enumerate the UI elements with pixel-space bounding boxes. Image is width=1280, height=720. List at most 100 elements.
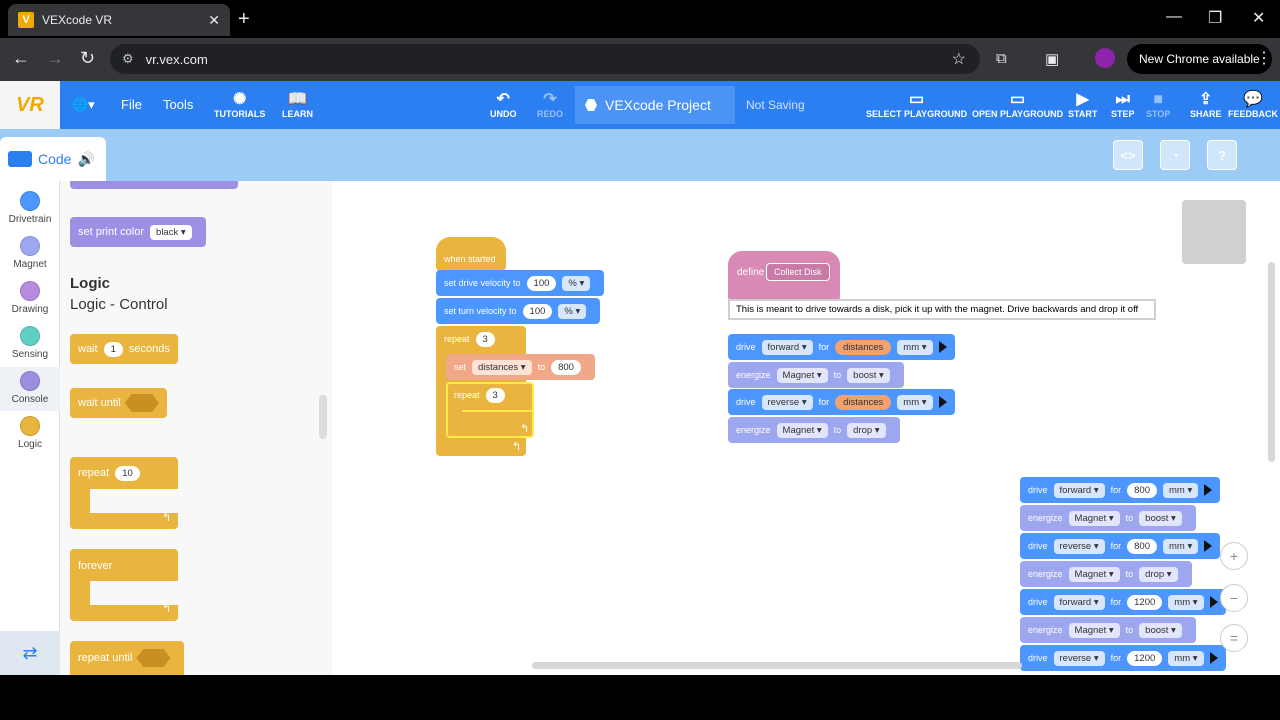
- magnet-mode-dropdown[interactable]: boost: [1139, 622, 1182, 638]
- project-name-field[interactable]: VEXcode Project: [575, 86, 735, 124]
- unit-dropdown[interactable]: mm: [1168, 594, 1204, 610]
- when-started-hat[interactable]: when started: [436, 237, 506, 271]
- device-dashboard-icon[interactable]: ◔: [1160, 140, 1190, 170]
- wait-seconds-block[interactable]: wait 1 seconds: [70, 334, 178, 364]
- share-button[interactable]: ⇪ SHARE: [1190, 81, 1222, 129]
- tab-code[interactable]: Code 🔊: [0, 137, 106, 181]
- category-magnet[interactable]: Magnet: [0, 236, 60, 270]
- expand-icon[interactable]: [938, 341, 947, 353]
- profile-avatar[interactable]: [1095, 48, 1115, 68]
- wait-until-block[interactable]: wait until: [70, 388, 167, 418]
- unit-dropdown[interactable]: mm: [1168, 650, 1204, 666]
- close-window-icon[interactable]: ✕: [1252, 8, 1265, 28]
- expand-icon[interactable]: [1209, 596, 1218, 608]
- expand-icon[interactable]: [1209, 652, 1218, 664]
- block-comment[interactable]: This is meant to drive towards a disk, p…: [728, 299, 1156, 320]
- start-button[interactable]: ▶ START: [1068, 81, 1097, 129]
- help-icon[interactable]: ?: [1207, 140, 1237, 170]
- extensions-icon[interactable]: ⇄: [0, 631, 60, 675]
- forward-icon[interactable]: →: [46, 48, 64, 69]
- drive-reverse-1200-block[interactable]: drive reverse for 1200 mm: [1020, 645, 1226, 671]
- new-chrome-button[interactable]: New Chrome available: [1127, 44, 1272, 74]
- direction-dropdown[interactable]: forward: [1053, 482, 1105, 498]
- tools-menu[interactable]: Tools: [163, 97, 193, 112]
- direction-dropdown[interactable]: forward: [761, 339, 813, 355]
- energize-boost-block[interactable]: energize Magnet to boost: [1020, 617, 1196, 643]
- magnet-mode-dropdown[interactable]: drop: [847, 422, 886, 438]
- drive-forward-800-block[interactable]: drive forward for 800 mm: [1020, 477, 1221, 503]
- magnet-mode-dropdown[interactable]: drop: [1139, 566, 1178, 582]
- set-drive-velocity-block[interactable]: set drive velocity to 100 %: [436, 270, 605, 296]
- new-tab-icon[interactable]: +: [238, 8, 250, 31]
- repeat-inner-count[interactable]: 3: [485, 387, 505, 403]
- expand-icon[interactable]: [1204, 484, 1213, 496]
- set-variable-block[interactable]: set distances to 800: [446, 354, 595, 380]
- category-console[interactable]: Console: [0, 367, 60, 411]
- browser-tab[interactable]: V VEXcode VR ✕: [8, 4, 230, 36]
- feedback-button[interactable]: 💬 FEEDBACK: [1228, 81, 1278, 129]
- workspace[interactable]: when started set drive velocity to 100 %…: [332, 181, 1280, 675]
- tutorials-button[interactable]: ✺ TUTORIALS: [214, 81, 265, 129]
- drive-reverse-for-block[interactable]: drive reverse for distances mm: [728, 389, 955, 415]
- magnet-dropdown[interactable]: Magnet: [1068, 510, 1120, 526]
- energize-drop-block[interactable]: energize Magnet to drop: [1020, 561, 1192, 587]
- open-playground-button[interactable]: ▭ OPEN PLAYGROUND: [972, 81, 1063, 129]
- define-block[interactable]: define Collect Disk: [728, 251, 840, 301]
- flyout-scrollbar[interactable]: [319, 395, 327, 439]
- site-info-icon[interactable]: ⚙: [122, 51, 134, 67]
- workspace-vertical-scrollbar[interactable]: [1268, 262, 1275, 462]
- direction-dropdown[interactable]: forward: [1053, 594, 1105, 610]
- magnet-mode-dropdown[interactable]: boost: [847, 367, 890, 383]
- zoom-in-icon[interactable]: +: [1220, 542, 1248, 570]
- minimize-icon[interactable]: —: [1166, 8, 1182, 26]
- drive-velocity-value[interactable]: 100: [526, 275, 557, 291]
- distance-value[interactable]: 1200: [1127, 594, 1163, 610]
- address-bar[interactable]: ⚙ vr.vex.com ☆: [110, 44, 980, 74]
- category-drawing[interactable]: Drawing: [0, 281, 60, 315]
- dashboard-gauge-icon[interactable]: [1182, 200, 1246, 264]
- code-viewer-button[interactable]: <>: [1113, 140, 1143, 170]
- zoom-out-icon[interactable]: −: [1220, 584, 1248, 612]
- category-sensing[interactable]: Sensing: [0, 326, 60, 360]
- drive-forward-for-block[interactable]: drive forward for distances mm: [728, 334, 955, 360]
- turn-velocity-unit[interactable]: %: [558, 303, 587, 319]
- drive-velocity-unit[interactable]: %: [562, 275, 591, 291]
- energize-boost-block[interactable]: energize Magnet to boost: [728, 362, 904, 388]
- distance-value[interactable]: 800: [1127, 538, 1157, 554]
- distance-value[interactable]: 1200: [1127, 650, 1163, 666]
- variable-value[interactable]: 800: [551, 359, 581, 375]
- unit-dropdown[interactable]: mm: [1163, 482, 1199, 498]
- magnet-mode-dropdown[interactable]: boost: [1139, 510, 1182, 526]
- expand-icon[interactable]: [938, 396, 947, 408]
- distance-value[interactable]: 800: [1127, 482, 1157, 498]
- maximize-icon[interactable]: ❐: [1208, 8, 1222, 28]
- unit-dropdown[interactable]: mm: [1163, 538, 1199, 554]
- partial-console-block[interactable]: [70, 181, 238, 189]
- drive-forward-1200-block[interactable]: drive forward for 1200 mm: [1020, 589, 1226, 615]
- variable-dropdown[interactable]: distances: [472, 359, 532, 375]
- magnet-dropdown[interactable]: Magnet: [1068, 566, 1120, 582]
- reload-icon[interactable]: ↻: [80, 48, 95, 69]
- repeat-outer-count[interactable]: 3: [475, 331, 495, 347]
- direction-dropdown[interactable]: reverse: [761, 394, 813, 410]
- cast-icon[interactable]: ▣: [1045, 50, 1059, 68]
- menu-kebab-icon[interactable]: ⋮: [1256, 48, 1272, 68]
- unit-dropdown[interactable]: mm: [897, 339, 933, 355]
- select-playground-button[interactable]: ▭ SELECT PLAYGROUND: [866, 81, 967, 129]
- undo-button[interactable]: ↶ UNDO: [490, 81, 517, 129]
- magnet-dropdown[interactable]: Magnet: [1068, 622, 1120, 638]
- learn-button[interactable]: 📖 LEARN: [282, 81, 313, 129]
- extensions-icon[interactable]: ⧉: [996, 50, 1007, 67]
- energize-drop-block[interactable]: energize Magnet to drop: [728, 417, 900, 443]
- magnet-dropdown[interactable]: Magnet: [776, 422, 828, 438]
- category-logic[interactable]: Logic: [0, 416, 60, 450]
- language-globe-icon[interactable]: 🌐▾: [72, 97, 95, 113]
- unit-dropdown[interactable]: mm: [897, 394, 933, 410]
- close-tab-icon[interactable]: ✕: [208, 12, 220, 29]
- distances-reporter[interactable]: distances: [835, 339, 892, 355]
- speaker-icon[interactable]: 🔊: [77, 151, 94, 168]
- distances-reporter[interactable]: distances: [835, 394, 892, 410]
- magnet-dropdown[interactable]: Magnet: [776, 367, 828, 383]
- zoom-reset-icon[interactable]: =: [1220, 624, 1248, 652]
- category-drivetrain[interactable]: Drivetrain: [0, 191, 60, 225]
